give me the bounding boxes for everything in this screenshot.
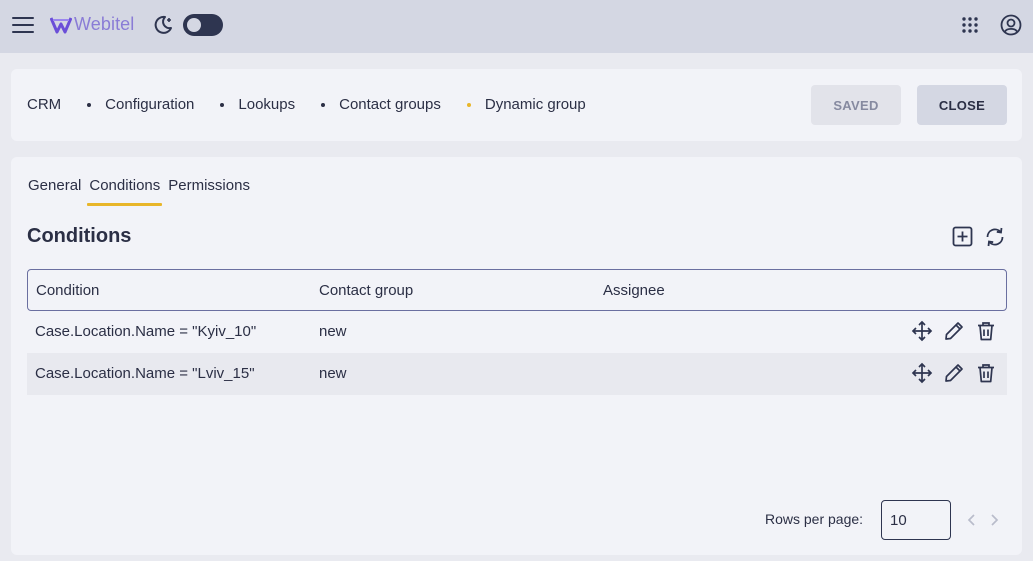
- column-header-assignee[interactable]: Assignee: [603, 282, 665, 299]
- tab-conditions[interactable]: Conditions: [87, 177, 163, 206]
- chevron-right-icon[interactable]: [988, 512, 1000, 528]
- tabs: General Conditions Permissions: [28, 177, 258, 206]
- breadcrumb: CRM Configuration Lookups Contact groups…: [27, 96, 586, 113]
- edit-icon[interactable]: [943, 320, 965, 342]
- menu-icon[interactable]: [12, 14, 34, 36]
- theme-toggle[interactable]: [183, 14, 223, 36]
- chevron-left-icon[interactable]: [966, 512, 978, 528]
- saved-button[interactable]: SAVED: [811, 85, 901, 125]
- header-panel: CRM Configuration Lookups Contact groups…: [11, 69, 1022, 141]
- main-panel: General Conditions Permissions Condition…: [11, 157, 1022, 555]
- top-bar: Webitel: [0, 0, 1033, 53]
- breadcrumb-item-dynamic-group: Dynamic group: [484, 96, 586, 113]
- row-actions: [901, 320, 997, 342]
- tab-permissions[interactable]: Permissions: [168, 177, 250, 204]
- tab-general[interactable]: General: [28, 177, 81, 204]
- section-title: Conditions: [27, 225, 132, 247]
- close-button[interactable]: CLOSE: [917, 85, 1007, 125]
- column-header-contact-group[interactable]: Contact group: [319, 282, 413, 299]
- refresh-icon[interactable]: [983, 225, 1007, 249]
- account-icon[interactable]: [1000, 14, 1022, 36]
- condition-cell: Case.Location.Name = "Kyiv_10": [35, 323, 257, 340]
- breadcrumb-item-crm[interactable]: CRM: [27, 96, 61, 113]
- breadcrumb-item-configuration[interactable]: Configuration: [105, 96, 194, 113]
- breadcrumb-separator: [87, 102, 92, 107]
- contact-group-cell: new: [319, 365, 347, 382]
- logo-text: Webitel: [74, 14, 135, 34]
- apps-grid-icon[interactable]: [961, 16, 979, 34]
- breadcrumb-separator: [220, 102, 225, 107]
- logo[interactable]: Webitel: [50, 14, 134, 35]
- edit-icon[interactable]: [943, 362, 965, 384]
- move-icon[interactable]: [911, 320, 933, 342]
- column-header-condition[interactable]: Condition: [36, 282, 99, 299]
- table-row[interactable]: Case.Location.Name = "Kyiv_10" new: [27, 311, 1007, 353]
- breadcrumb-item-lookups[interactable]: Lookups: [238, 96, 295, 113]
- rows-per-page-input[interactable]: [881, 500, 951, 540]
- add-icon[interactable]: [952, 226, 973, 247]
- delete-icon[interactable]: [975, 362, 997, 384]
- webitel-logo-icon: [50, 16, 72, 33]
- breadcrumb-separator: [321, 102, 326, 107]
- condition-cell: Case.Location.Name = "Lviv_15": [35, 365, 255, 382]
- contact-group-cell: new: [319, 323, 347, 340]
- delete-icon[interactable]: [975, 320, 997, 342]
- rows-per-page-label: Rows per page:: [765, 511, 864, 527]
- moon-icon: [154, 15, 172, 34]
- breadcrumb-separator-active: [466, 102, 471, 107]
- table-row[interactable]: Case.Location.Name = "Lviv_15" new: [27, 353, 1007, 395]
- table-header: Condition Contact group Assignee: [27, 269, 1007, 311]
- row-actions: [901, 362, 997, 384]
- breadcrumb-item-contact-groups[interactable]: Contact groups: [339, 96, 441, 113]
- move-icon[interactable]: [911, 362, 933, 384]
